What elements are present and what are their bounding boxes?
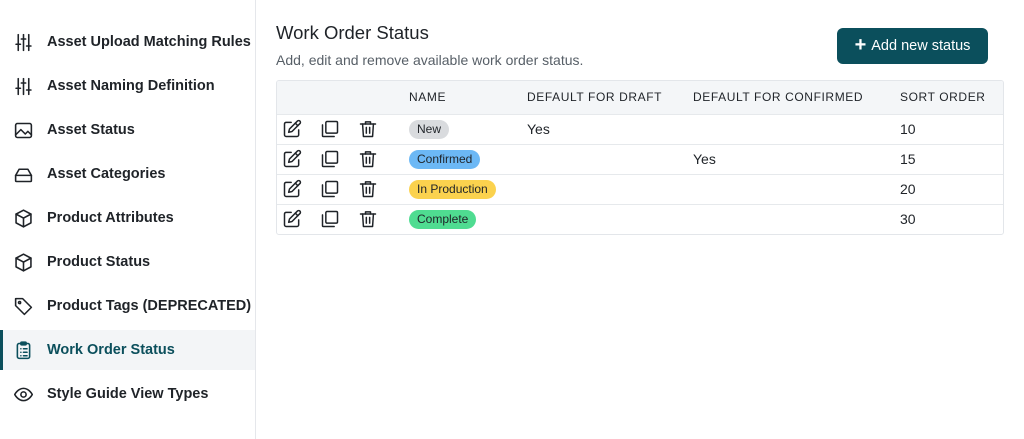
cell-sort-order: 30: [900, 211, 916, 228]
add-new-status-label: Add new status: [871, 38, 971, 54]
table-row: New Yes 10: [277, 114, 1003, 144]
clipboard-list-icon: [12, 339, 34, 361]
inbox-icon: [12, 163, 34, 185]
duplicate-icon[interactable]: [319, 178, 341, 200]
sidebar-item-label: Product Attributes: [47, 210, 174, 226]
cell-default-for-confirmed: [693, 114, 900, 144]
trash-icon[interactable]: [357, 148, 379, 170]
status-badge: Confirmed: [409, 149, 481, 169]
trash-icon[interactable]: [357, 118, 379, 140]
cell-sort-order: 10: [900, 121, 916, 137]
sliders-icon: [12, 31, 34, 53]
cell-default-for-confirmed: [693, 204, 900, 234]
cell-default-for-draft: [527, 144, 693, 174]
edit-icon[interactable]: [281, 148, 303, 170]
sidebar-item-product-status[interactable]: Product Status: [0, 242, 255, 282]
cell-default-for-confirmed: [693, 174, 900, 204]
duplicate-icon[interactable]: [319, 118, 341, 140]
trash-icon[interactable]: [357, 178, 379, 200]
row-actions: [277, 144, 409, 174]
sidebar-item-label: Asset Status: [47, 122, 135, 138]
edit-icon[interactable]: [281, 178, 303, 200]
sidebar-item-style-guide-view-types[interactable]: Style Guide View Types: [0, 374, 255, 414]
column-header-default-for-confirmed[interactable]: DEFAULT FOR CONFIRMED: [693, 81, 900, 114]
settings-sidebar: Asset Upload Matching Rules Asset Naming…: [0, 0, 256, 439]
trash-icon[interactable]: [357, 208, 379, 230]
cell-name: Confirmed: [409, 144, 527, 174]
status-badge: Complete: [409, 209, 477, 229]
sidebar-item-label: Style Guide View Types: [47, 386, 209, 402]
edit-icon[interactable]: [281, 208, 303, 230]
column-header-default-for-draft[interactable]: DEFAULT FOR DRAFT: [527, 81, 693, 114]
cell-name: Complete: [409, 204, 527, 234]
image-icon: [12, 119, 34, 141]
status-badge: New: [409, 119, 450, 139]
sidebar-item-asset-naming-definition[interactable]: Asset Naming Definition: [0, 66, 255, 106]
row-actions: [277, 114, 409, 144]
sidebar-item-product-attributes[interactable]: Product Attributes: [0, 198, 255, 238]
sidebar-item-label: Product Tags (DEPRECATED): [47, 298, 252, 314]
duplicate-icon[interactable]: [319, 148, 341, 170]
table-row: Confirmed Yes 15: [277, 144, 1003, 174]
row-actions: [277, 174, 409, 204]
table-row: In Production 20: [277, 174, 1003, 204]
sidebar-item-asset-upload-matching-rules[interactable]: Asset Upload Matching Rules: [0, 22, 255, 62]
sidebar-item-product-tags[interactable]: Product Tags (DEPRECATED): [0, 286, 255, 326]
sidebar-item-label: Asset Categories: [47, 166, 166, 182]
column-header-actions: [277, 81, 409, 114]
add-new-status-button[interactable]: + Add new status: [837, 28, 988, 64]
cell-default-for-draft: Yes: [527, 121, 550, 137]
sidebar-item-asset-status[interactable]: Asset Status: [0, 110, 255, 150]
edit-icon[interactable]: [281, 118, 303, 140]
plus-icon: +: [854, 34, 867, 56]
cell-default-for-confirmed: Yes: [693, 151, 716, 167]
sidebar-item-label: Asset Upload Matching Rules: [47, 34, 251, 50]
sidebar-item-label: Work Order Status: [47, 342, 175, 358]
table-header-row: NAME DEFAULT FOR DRAFT DEFAULT FOR CONFI…: [277, 81, 1003, 114]
status-table: NAME DEFAULT FOR DRAFT DEFAULT FOR CONFI…: [276, 80, 1004, 235]
box-icon: [12, 251, 34, 273]
status-badge: In Production: [409, 179, 496, 199]
tag-icon: [12, 295, 34, 317]
table-row: Complete 30: [277, 204, 1003, 234]
column-header-sort-order[interactable]: SORT ORDER: [900, 81, 1003, 114]
cell-default-for-draft: [527, 174, 693, 204]
row-actions: [277, 204, 409, 234]
sidebar-item-asset-categories[interactable]: Asset Categories: [0, 154, 255, 194]
box-icon: [12, 207, 34, 229]
duplicate-icon[interactable]: [319, 208, 341, 230]
cell-default-for-draft: [527, 204, 693, 234]
cell-sort-order: 20: [900, 181, 916, 197]
sidebar-item-label: Asset Naming Definition: [47, 78, 215, 94]
main-content: Work Order Status Add, edit and remove a…: [256, 0, 1024, 439]
sliders-icon: [12, 75, 34, 97]
cell-sort-order: 15: [900, 151, 916, 167]
cell-name: New: [409, 114, 527, 144]
sidebar-item-label: Product Status: [47, 254, 151, 270]
column-header-name[interactable]: NAME: [409, 81, 527, 114]
sidebar-item-work-order-status[interactable]: Work Order Status: [0, 330, 255, 370]
eye-icon: [12, 383, 34, 405]
cell-name: In Production: [409, 174, 527, 204]
